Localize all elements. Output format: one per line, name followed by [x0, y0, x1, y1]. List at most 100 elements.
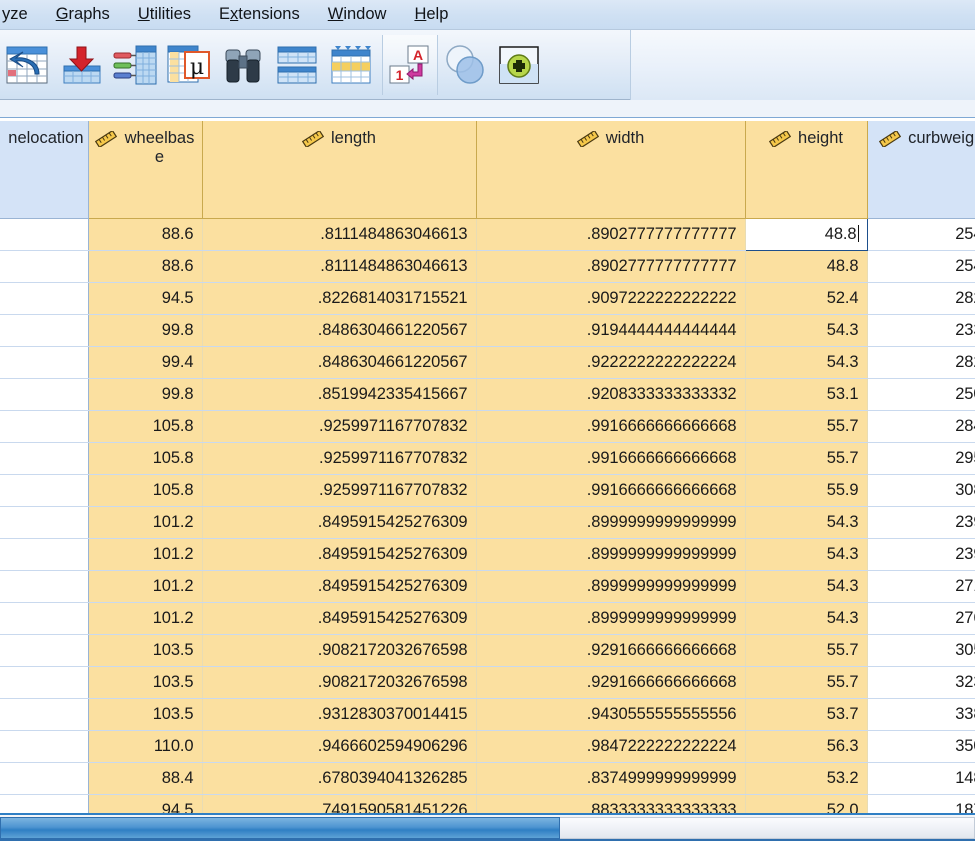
grid-cell-curbweight[interactable]: 2337: [867, 314, 975, 346]
grid-cell-wheelbase[interactable]: 94.5: [88, 794, 202, 813]
grid-cell-length[interactable]: .9082172032676598: [202, 666, 476, 698]
grid-cell-length[interactable]: .6780394041326285: [202, 762, 476, 794]
grid-cell-length[interactable]: .8486304661220567: [202, 314, 476, 346]
grid-cell-length[interactable]: .8495915425276309: [202, 570, 476, 602]
grid-cell-width[interactable]: .9916666666666668: [476, 442, 745, 474]
grid-cell-wheelbase[interactable]: 88.6: [88, 218, 202, 250]
grid-cell-nelocation[interactable]: [0, 570, 88, 602]
grid-cell-nelocation[interactable]: [0, 282, 88, 314]
grid-cell-height[interactable]: 55.7: [745, 410, 867, 442]
grid-cell-nelocation[interactable]: [0, 250, 88, 282]
grid-cell-wheelbase[interactable]: 94.5: [88, 282, 202, 314]
horizontal-scrollbar-thumb[interactable]: [0, 817, 560, 839]
select-cases-button[interactable]: [438, 38, 492, 92]
grid-cell-nelocation[interactable]: [0, 634, 88, 666]
grid-cell-nelocation[interactable]: [0, 410, 88, 442]
menu-item-window[interactable]: Window: [314, 3, 401, 26]
undo-button[interactable]: [0, 38, 54, 92]
grid-cell-length[interactable]: .8519942335415667: [202, 378, 476, 410]
grid-cell-wheelbase[interactable]: 88.4: [88, 762, 202, 794]
grid-cell-length[interactable]: .8486304661220567: [202, 346, 476, 378]
menu-item-help[interactable]: Help: [400, 3, 462, 26]
table-row[interactable]: 103.5.9312830370014415.94305555555555565…: [0, 698, 975, 730]
grid-cell-width[interactable]: .8833333333333333: [476, 794, 745, 813]
grid-cell-length[interactable]: .8495915425276309: [202, 538, 476, 570]
table-row[interactable]: 88.6.8111484863046613.890277777777777748…: [0, 250, 975, 282]
value-labels-button[interactable]: [492, 38, 546, 92]
grid-cell-curbweight[interactable]: 2395: [867, 506, 975, 538]
grid-cell-width[interactable]: .9291666666666668: [476, 666, 745, 698]
grid-cell-width[interactable]: .8374999999999999: [476, 762, 745, 794]
grid-cell-nelocation[interactable]: [0, 378, 88, 410]
grid-cell-curbweight[interactable]: 2395: [867, 538, 975, 570]
grid-cell-wheelbase[interactable]: 99.8: [88, 378, 202, 410]
grid-cell-nelocation[interactable]: [0, 346, 88, 378]
grid-cell-height[interactable]: 56.3: [745, 730, 867, 762]
grid-cell-height[interactable]: 55.7: [745, 442, 867, 474]
table-row[interactable]: 105.8.9259971167707832.99166666666666685…: [0, 442, 975, 474]
grid-cell-curbweight[interactable]: 1488: [867, 762, 975, 794]
find-button[interactable]: [216, 38, 270, 92]
table-row[interactable]: 101.2.8495915425276309.89999999999999995…: [0, 506, 975, 538]
grid-cell-length[interactable]: .9312830370014415: [202, 698, 476, 730]
grid-cell-curbweight[interactable]: 3380: [867, 698, 975, 730]
table-row[interactable]: 103.5.9082172032676598.92916666666666685…: [0, 634, 975, 666]
grid-cell-height[interactable]: 55.9: [745, 474, 867, 506]
grid-cell-nelocation[interactable]: [0, 666, 88, 698]
grid-cell-length[interactable]: .8226814031715521: [202, 282, 476, 314]
grid-cell-width[interactable]: .9097222222222222: [476, 282, 745, 314]
data-grid-container[interactable]: nelocation: [0, 119, 975, 813]
table-row[interactable]: 105.8.9259971167707832.99166666666666685…: [0, 410, 975, 442]
grid-cell-height[interactable]: 53.1: [745, 378, 867, 410]
grid-cell-height[interactable]: 48.8: [745, 250, 867, 282]
grid-cell-length[interactable]: .9259971167707832: [202, 410, 476, 442]
grid-cell-length[interactable]: .8111484863046613: [202, 250, 476, 282]
menu-item-utilities[interactable]: Utilities: [124, 3, 205, 26]
grid-cell-wheelbase[interactable]: 99.4: [88, 346, 202, 378]
grid-cell-curbweight[interactable]: 1874: [867, 794, 975, 813]
go-to-variable-button[interactable]: [108, 38, 162, 92]
grid-cell-nelocation[interactable]: [0, 442, 88, 474]
grid-cell-width[interactable]: .8999999999999999: [476, 570, 745, 602]
grid-cell-width[interactable]: .9430555555555556: [476, 698, 745, 730]
grid-cell-wheelbase[interactable]: 99.8: [88, 314, 202, 346]
grid-cell-curbweight[interactable]: 3055: [867, 634, 975, 666]
grid-cell-curbweight[interactable]: 2507: [867, 378, 975, 410]
table-row[interactable]: 110.0.9466602594906296.98472222222222245…: [0, 730, 975, 762]
column-header-width[interactable]: width: [476, 121, 745, 218]
grid-cell-nelocation[interactable]: [0, 474, 88, 506]
grid-cell-nelocation[interactable]: [0, 218, 88, 250]
column-header-curbweight[interactable]: curbweight: [867, 121, 975, 218]
grid-cell-nelocation[interactable]: [0, 698, 88, 730]
grid-cell-width[interactable]: .9291666666666668: [476, 634, 745, 666]
grid-cell-height[interactable]: 52.0: [745, 794, 867, 813]
variables-button[interactable]: μ: [162, 38, 216, 92]
grid-cell-width[interactable]: .9847222222222224: [476, 730, 745, 762]
menu-item-extensions[interactable]: Extensions: [205, 3, 314, 26]
grid-cell-nelocation[interactable]: [0, 794, 88, 813]
table-row[interactable]: 99.8.8486304661220567.919444444444444454…: [0, 314, 975, 346]
grid-cell-curbweight[interactable]: 2548: [867, 250, 975, 282]
grid-cell-curbweight[interactable]: 2954: [867, 442, 975, 474]
table-row[interactable]: 88.6.8111484863046613.890277777777777748…: [0, 218, 975, 250]
grid-cell-nelocation[interactable]: [0, 506, 88, 538]
table-row[interactable]: 103.5.9082172032676598.92916666666666685…: [0, 666, 975, 698]
horizontal-scrollbar-track[interactable]: [560, 817, 975, 839]
grid-cell-nelocation[interactable]: [0, 730, 88, 762]
table-row[interactable]: 88.4.6780394041326285.837499999999999953…: [0, 762, 975, 794]
grid-cell-height[interactable]: 54.3: [745, 570, 867, 602]
grid-cell-length[interactable]: .9082172032676598: [202, 634, 476, 666]
grid-cell-wheelbase[interactable]: 101.2: [88, 570, 202, 602]
grid-cell-wheelbase[interactable]: 101.2: [88, 506, 202, 538]
insert-variable-button[interactable]: [324, 38, 378, 92]
grid-cell-width[interactable]: .8999999999999999: [476, 506, 745, 538]
grid-cell-width[interactable]: .8999999999999999: [476, 602, 745, 634]
grid-cell-wheelbase[interactable]: 105.8: [88, 410, 202, 442]
grid-cell-curbweight[interactable]: 2824: [867, 346, 975, 378]
table-row[interactable]: 99.8.8519942335415667.920833333333333253…: [0, 378, 975, 410]
grid-cell-height[interactable]: 55.7: [745, 634, 867, 666]
grid-cell-height[interactable]: 55.7: [745, 666, 867, 698]
table-row[interactable]: 94.5.7491590581451226.883333333333333352…: [0, 794, 975, 813]
grid-cell-width[interactable]: .9194444444444444: [476, 314, 745, 346]
table-row[interactable]: 101.2.8495915425276309.89999999999999995…: [0, 570, 975, 602]
